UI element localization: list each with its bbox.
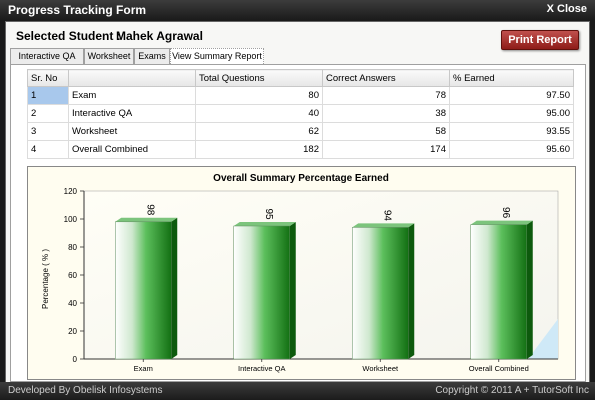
cell-total-questions[interactable]: 80 [195,86,323,105]
tab-exams[interactable]: Exams [134,48,170,64]
bar-value-label: 95 [263,208,274,220]
summary-report-panel: Sr. No Total Questions Correct Answers %… [10,64,586,382]
form-client-area: Selected Student : Mahek Agrawal Print R… [5,21,590,383]
table-row[interactable]: 2 Interactive QA 40 38 95.00 [27,104,574,123]
cell-correct-answers[interactable]: 78 [322,86,450,105]
x-tick-label: Worksheet [362,364,399,373]
window-title: Progress Tracking Form [8,3,147,17]
y-axis-label: Percentage ( % ) [41,249,50,309]
cell-percent-earned[interactable]: 95.00 [449,104,574,123]
cell-sr-no[interactable]: 3 [27,122,69,141]
cell-name[interactable]: Interactive QA [68,104,196,123]
selected-student-name: Mahek Agrawal [116,29,203,43]
column-header-total-questions[interactable]: Total Questions [195,69,323,87]
print-report-button[interactable]: Print Report [501,30,579,50]
bar-value-label: 94 [381,210,392,222]
cell-percent-earned[interactable]: 95.60 [449,140,574,159]
cell-name[interactable]: Worksheet [68,122,196,141]
x-tick-label: Exam [134,364,153,373]
bar-value-label: 96 [500,207,511,219]
bar-top [115,217,178,222]
cell-percent-earned[interactable]: 93.55 [449,122,574,141]
bar-side [408,223,415,359]
y-tick-label: 40 [68,299,77,308]
y-tick-label: 120 [64,187,78,196]
cell-sr-no[interactable]: 4 [27,140,69,159]
column-header-percent-earned[interactable]: % Earned [449,69,574,87]
x-tick-label: Interactive QA [238,364,286,373]
y-tick-label: 60 [68,271,77,280]
tab-worksheet[interactable]: Worksheet [84,48,134,64]
bar-top [233,222,296,226]
bar-side [171,217,178,359]
bar-value-label: 98 [144,204,155,216]
bar[interactable] [115,221,172,360]
cell-percent-earned[interactable]: 97.50 [449,86,574,105]
title-bar: Progress Tracking Form X Close [0,0,595,20]
bar[interactable] [233,225,290,360]
close-button[interactable]: X Close [547,3,587,15]
status-bar: Developed By Obelisk Infosystems Copyrig… [0,382,595,400]
cell-name[interactable]: Overall Combined [68,140,196,159]
tab-interactive-qa[interactable]: Interactive QA [10,48,84,64]
column-header-sr-no[interactable]: Sr. No [27,69,69,87]
chart-title: Overall Summary Percentage Earned [213,173,389,184]
cell-total-questions[interactable]: 182 [195,140,323,159]
summary-chart-container: Overall Summary Percentage Earned Percen… [27,166,576,380]
cell-sr-no[interactable]: 1 [27,86,69,105]
cell-correct-answers[interactable]: 174 [322,140,450,159]
cell-correct-answers[interactable]: 38 [322,104,450,123]
cell-total-questions[interactable]: 62 [195,122,323,141]
summary-chart: Overall Summary Percentage Earned Percen… [41,173,559,373]
developer-credit: Developed By Obelisk Infosystems [8,385,163,396]
bar-side [289,222,296,359]
column-header-correct-answers[interactable]: Correct Answers [322,69,450,87]
y-tick-label: 80 [68,243,77,252]
y-tick-label: 20 [68,327,77,336]
copyright-text: Copyright © 2011 A + TutorSoft Inc [435,385,589,396]
cell-total-questions[interactable]: 40 [195,104,323,123]
cell-sr-no[interactable]: 2 [27,104,69,123]
bar-top [352,223,415,228]
column-header-name[interactable] [68,69,196,87]
bar[interactable] [352,227,409,360]
bar-top [470,220,533,225]
summary-table: Sr. No Total Questions Correct Answers %… [27,69,574,159]
y-tick-label: 0 [73,355,78,364]
table-row[interactable]: 3 Worksheet 62 58 93.55 [27,122,574,141]
table-row[interactable]: 4 Overall Combined 182 174 95.60 [27,140,574,159]
cell-correct-answers[interactable]: 58 [322,122,450,141]
selected-student-label: Selected Student : [16,29,121,43]
bar[interactable] [470,224,527,360]
table-header-row: Sr. No Total Questions Correct Answers %… [27,69,574,87]
bar-side [526,220,533,359]
cell-name[interactable]: Exam [68,86,196,105]
x-tick-label: Overall Combined [469,364,529,373]
table-row[interactable]: 1 Exam 80 78 97.50 [27,86,574,105]
y-tick-label: 100 [64,215,78,224]
